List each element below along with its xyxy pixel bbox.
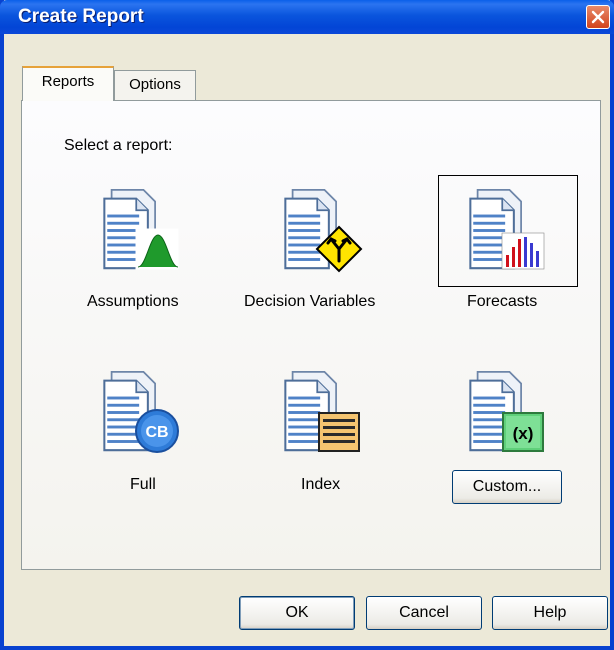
report-label-assumptions: Assumptions xyxy=(87,293,179,310)
forecasts-report-icon xyxy=(469,188,545,270)
index-report-icon xyxy=(284,370,360,452)
create-report-dialog: Create Report Reports Options Select a r… xyxy=(0,0,614,650)
reports-panel: Select a report: Assumptions Decision Va… xyxy=(21,100,601,570)
report-label-decision-variables: Decision Variables xyxy=(244,293,376,310)
tab-reports[interactable]: Reports xyxy=(22,66,114,101)
close-button[interactable] xyxy=(586,5,610,29)
decision-variables-report-icon xyxy=(284,188,363,273)
report-label-forecasts: Forecasts xyxy=(467,293,538,310)
help-button[interactable]: Help xyxy=(492,596,608,630)
report-label-full: Full xyxy=(130,476,156,493)
full-report-icon: CB xyxy=(103,370,179,453)
assumptions-report-icon xyxy=(103,188,179,270)
close-icon xyxy=(591,10,605,24)
custom-report-badge: (x) xyxy=(513,424,534,443)
select-report-prompt: Select a report: xyxy=(64,137,173,154)
tab-options[interactable]: Options xyxy=(114,70,196,100)
report-label-index: Index xyxy=(301,476,341,493)
full-report-badge: CB xyxy=(145,424,168,441)
custom-button[interactable]: Custom... xyxy=(452,470,562,504)
ok-button[interactable]: OK xyxy=(239,596,355,630)
title-bar[interactable]: Create Report xyxy=(0,0,614,34)
cancel-button[interactable]: Cancel xyxy=(366,596,482,630)
custom-report-icon: (x) xyxy=(469,370,544,452)
dialog-title: Create Report xyxy=(18,6,144,27)
